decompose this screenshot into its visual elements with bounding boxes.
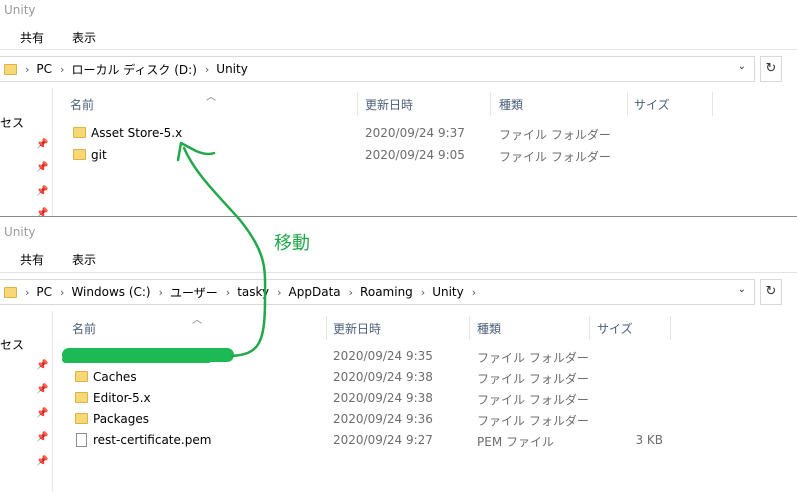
refresh-icon: ↻ (765, 284, 777, 299)
chevron-right-icon[interactable]: › (25, 63, 29, 76)
ribbon-tab-share[interactable]: 共有 (20, 29, 44, 46)
file-type: ファイル フォルダー (477, 393, 589, 407)
column-separator[interactable] (712, 92, 713, 116)
file-date: 2020/09/24 9:38 (333, 391, 433, 405)
window-title: Unity (4, 225, 36, 239)
refresh-button[interactable]: ↻ (760, 279, 782, 305)
file-name: Caches (93, 370, 137, 384)
file-row[interactable]: Packages 2020/09/24 9:36 ファイル フォルダー (0, 409, 797, 431)
sort-ascending-icon: ︿ (192, 315, 202, 326)
chevron-right-icon[interactable]: › (205, 63, 209, 76)
chevron-right-icon[interactable]: › (226, 286, 230, 299)
file-date: 2020/09/24 9:35 (333, 349, 433, 363)
breadcrumb-item[interactable]: AppData (289, 285, 341, 299)
file-name: rest-certificate.pem (93, 433, 212, 447)
explorer-window-top: Unity 共有 表示 › PC › ローカル ディスク (D:) › Unit… (0, 0, 797, 216)
column-separator[interactable] (627, 92, 628, 116)
folder-icon (75, 413, 88, 424)
ribbon-tab-view[interactable]: 表示 (72, 251, 96, 268)
file-type: ファイル フォルダー (499, 150, 611, 164)
folder-icon (75, 371, 88, 382)
breadcrumb-item[interactable]: Roaming (360, 285, 413, 299)
file-name: Editor-5.x (93, 391, 151, 405)
file-name: Packages (93, 412, 149, 426)
address-bar[interactable]: › PC › ローカル ディスク (D:) › Unity ⌄ (0, 56, 755, 82)
file-type: ファイル フォルダー (499, 128, 611, 142)
breadcrumb-item[interactable]: Unity (216, 62, 248, 76)
file-date: 2020/09/24 9:27 (333, 433, 433, 447)
pin-icon: 📌 (36, 208, 49, 216)
column-separator[interactable] (490, 92, 491, 116)
folder-icon (4, 63, 17, 75)
refresh-button[interactable]: ↻ (760, 56, 782, 82)
folder-icon (73, 149, 86, 160)
file-type: PEM ファイル (477, 435, 554, 449)
column-separator[interactable] (670, 316, 671, 340)
file-type: ファイル フォルダー (477, 372, 589, 386)
chevron-right-icon[interactable]: › (421, 286, 425, 299)
file-type: ファイル フォルダー (477, 351, 589, 365)
column-header-date[interactable]: 更新日時 (333, 320, 381, 337)
window-title: Unity (4, 3, 36, 17)
column-header-type[interactable]: 種類 (477, 320, 501, 337)
file-name: git (91, 148, 107, 162)
ribbon-tab-share[interactable]: 共有 (20, 251, 44, 268)
chevron-right-icon[interactable]: › (60, 63, 64, 76)
column-separator[interactable] (326, 316, 327, 340)
column-separator[interactable] (589, 316, 590, 340)
column-header-size[interactable]: サイズ (597, 320, 633, 337)
chevron-right-icon[interactable]: › (277, 286, 281, 299)
folder-icon (73, 127, 86, 138)
breadcrumb-item[interactable]: ユーザー (170, 284, 218, 301)
file-row[interactable]: Editor-5.x 2020/09/24 9:38 ファイル フォルダー (0, 388, 797, 410)
redaction-mark (62, 356, 212, 363)
sort-ascending-icon: ︿ (206, 92, 216, 103)
chevron-down-icon[interactable]: ⌄ (738, 284, 746, 295)
folder-icon (75, 392, 88, 403)
ribbon-divider (0, 49, 797, 50)
chevron-right-icon[interactable]: › (60, 286, 64, 299)
file-row[interactable]: rest-certificate.pem 2020/09/24 9:27 PEM… (0, 430, 797, 452)
chevron-down-icon[interactable]: ⌄ (738, 61, 746, 72)
column-separator[interactable] (357, 92, 358, 116)
file-date: 2020/09/24 9:37 (365, 126, 465, 140)
column-separator[interactable] (469, 316, 470, 340)
ribbon-tab-view[interactable]: 表示 (72, 29, 96, 46)
column-header-size[interactable]: サイズ (634, 96, 670, 113)
file-date: 2020/09/24 9:38 (333, 370, 433, 384)
refresh-icon: ↻ (765, 61, 777, 76)
file-type: ファイル フォルダー (477, 414, 589, 428)
file-name: Asset Store-5.x (91, 126, 183, 140)
folder-icon (4, 286, 17, 298)
file-size: 3 KB (635, 433, 663, 447)
file-icon (76, 433, 87, 447)
chevron-right-icon[interactable]: › (349, 286, 353, 299)
chevron-right-icon[interactable]: › (159, 286, 163, 299)
breadcrumb-item[interactable]: Unity (432, 285, 464, 299)
breadcrumb-item[interactable]: ローカル ディスク (D:) (71, 61, 196, 78)
file-date: 2020/09/24 9:36 (333, 412, 433, 426)
chevron-right-icon[interactable]: › (25, 286, 29, 299)
breadcrumb-item[interactable]: tasky (237, 285, 269, 299)
pin-icon: 📌 (36, 186, 49, 197)
column-header-name[interactable]: 名前 (72, 320, 96, 337)
file-date: 2020/09/24 9:05 (365, 148, 465, 162)
column-header-date[interactable]: 更新日時 (365, 96, 413, 113)
file-row[interactable]: git 2020/09/24 9:05 ファイル フォルダー (0, 145, 797, 167)
file-row[interactable]: Caches 2020/09/24 9:38 ファイル フォルダー (0, 367, 797, 389)
column-header-name[interactable]: 名前 (70, 96, 94, 113)
column-header-type[interactable]: 種類 (499, 96, 523, 113)
ribbon-divider (0, 272, 797, 273)
file-row[interactable]: Asset Store-5.x 2020/09/24 9:37 ファイル フォル… (0, 123, 797, 145)
breadcrumb-item[interactable]: PC (36, 285, 52, 299)
address-bar[interactable]: › PC › Windows (C:) › ユーザー › tasky › App… (0, 279, 755, 305)
breadcrumb-item[interactable]: PC (36, 62, 52, 76)
breadcrumb-item[interactable]: Windows (C:) (71, 285, 150, 299)
chevron-right-icon[interactable]: › (472, 286, 476, 299)
pin-icon: 📌 (36, 456, 49, 467)
